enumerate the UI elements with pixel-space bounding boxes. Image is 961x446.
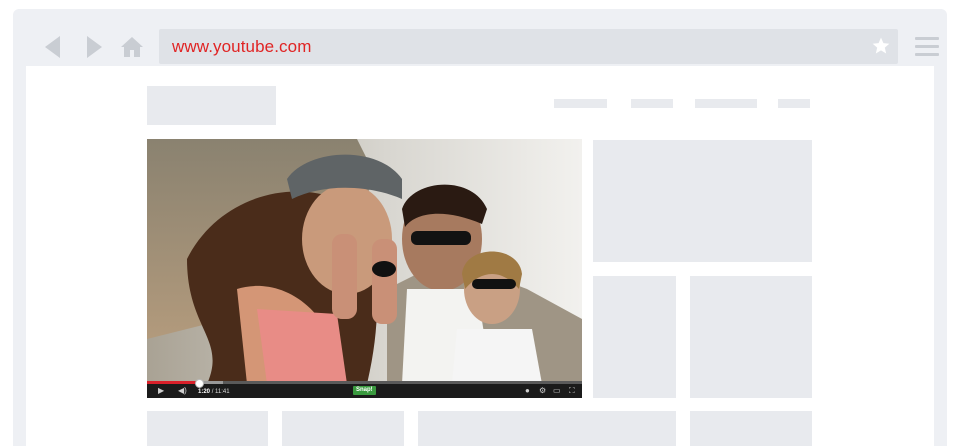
current-time: 1:20: [198, 389, 211, 395]
home-icon[interactable]: [120, 35, 144, 59]
sidebar-card-placeholder: [593, 276, 676, 398]
star-icon[interactable]: [871, 36, 891, 56]
nav-link-placeholder[interactable]: [631, 99, 673, 108]
back-arrow-icon[interactable]: [45, 36, 60, 58]
time-display: 1:20 / 11:41: [198, 386, 230, 398]
nav-link-placeholder[interactable]: [778, 99, 810, 108]
nav-link-placeholder[interactable]: [695, 99, 757, 108]
sidebar-card-placeholder: [593, 140, 812, 262]
bottom-card-placeholder: [282, 411, 404, 446]
progress-fill: [147, 381, 200, 384]
hamburger-menu-icon[interactable]: [915, 37, 939, 57]
bottom-card-placeholder: [147, 411, 268, 446]
snap-button[interactable]: Snap!: [353, 386, 376, 395]
play-icon[interactable]: ▶: [158, 385, 164, 397]
video-frame-image: [147, 139, 582, 384]
bottom-card-placeholder: [690, 411, 812, 446]
address-bar[interactable]: www.youtube.com: [159, 29, 898, 64]
nav-link-placeholder[interactable]: [554, 99, 607, 108]
video-player[interactable]: ▶ ◀) 1:20 / 11:41 Snap! ● ⚙ ▭ ⛶: [147, 139, 582, 398]
fullscreen-icon[interactable]: ⛶: [569, 385, 575, 397]
forward-arrow-icon[interactable]: [87, 36, 102, 58]
volume-icon[interactable]: ◀): [178, 385, 187, 397]
bottom-card-placeholder: [418, 411, 676, 446]
url-text: www.youtube.com: [172, 37, 312, 56]
settings-gear-icon[interactable]: ⚙: [539, 385, 546, 397]
sidebar-card-placeholder: [690, 276, 812, 398]
annotations-icon[interactable]: ●: [525, 385, 530, 397]
player-controls: ▶ ◀) 1:20 / 11:41 Snap! ● ⚙ ▭ ⛶: [147, 379, 582, 398]
logo-placeholder: [147, 86, 276, 125]
miniplayer-icon[interactable]: ▭: [553, 385, 561, 397]
duration: / 11:41: [211, 389, 230, 395]
